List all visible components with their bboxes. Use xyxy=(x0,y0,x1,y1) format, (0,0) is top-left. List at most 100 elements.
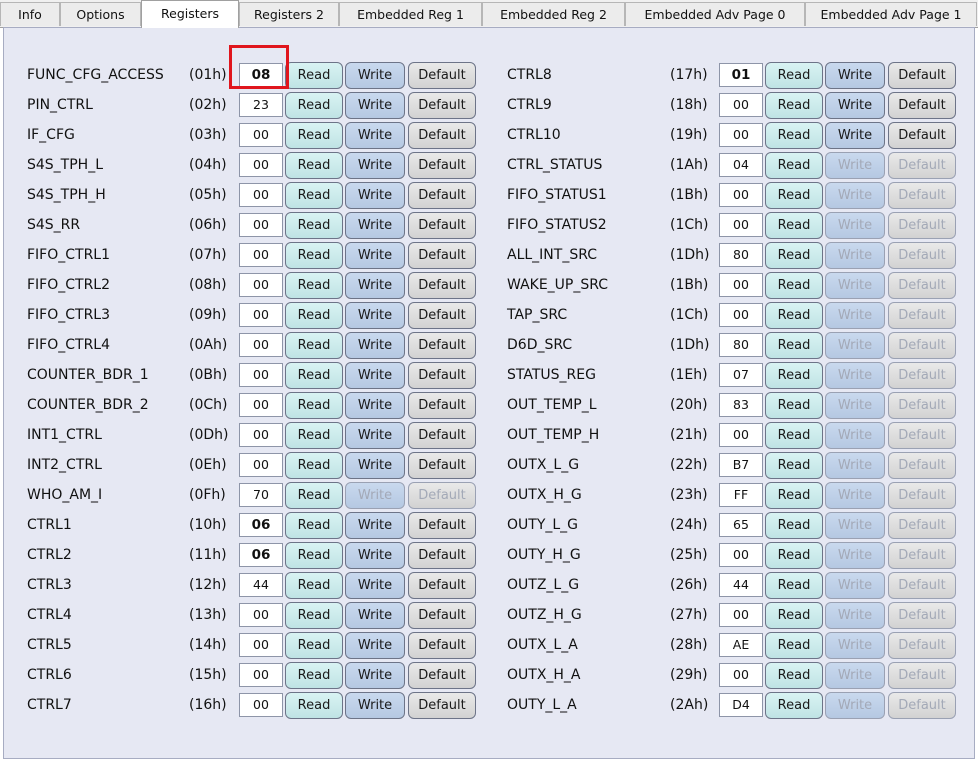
register-value-field[interactable]: 00 xyxy=(719,123,763,147)
register-name: OUTY_L_G xyxy=(507,517,579,533)
default-button: Default xyxy=(888,152,956,179)
register-value-field[interactable]: 00 xyxy=(719,303,763,327)
tab-registers[interactable]: Registers xyxy=(141,0,239,28)
write-button: Write xyxy=(825,242,885,269)
tab-embedded-reg-2[interactable]: Embedded Reg 2 xyxy=(482,2,625,26)
tab-info[interactable]: Info xyxy=(0,2,60,26)
default-button: Default xyxy=(888,212,956,239)
read-button[interactable]: Read xyxy=(765,362,823,389)
register-row: D6D_SRC (1Dh) 80 Read Write Default xyxy=(4,330,974,360)
register-name: TAP_SRC xyxy=(507,307,568,323)
register-value-field[interactable]: 00 xyxy=(719,543,763,567)
read-button[interactable]: Read xyxy=(765,422,823,449)
write-button: Write xyxy=(825,482,885,509)
register-name: CTRL10 xyxy=(507,127,561,143)
read-button[interactable]: Read xyxy=(765,242,823,269)
register-value-field[interactable]: FF xyxy=(719,483,763,507)
read-button[interactable]: Read xyxy=(765,602,823,629)
register-value-field[interactable]: 00 xyxy=(719,93,763,117)
register-row: CTRL10 (19h) 00 Read Write Default xyxy=(4,120,974,150)
read-button[interactable]: Read xyxy=(765,662,823,689)
register-name: FIFO_STATUS1 xyxy=(507,187,607,203)
register-address: (23h) xyxy=(670,487,708,503)
register-row: OUTY_H_G (25h) 00 Read Write Default xyxy=(4,540,974,570)
default-button[interactable]: Default xyxy=(888,122,956,149)
write-button: Write xyxy=(825,632,885,659)
register-value-field[interactable]: 00 xyxy=(719,603,763,627)
register-value-field[interactable]: 83 xyxy=(719,393,763,417)
tab-embedded-adv-page-1[interactable]: Embedded Adv Page 1 xyxy=(805,2,977,26)
register-address: (24h) xyxy=(670,517,708,533)
register-value-field[interactable]: 04 xyxy=(719,153,763,177)
default-button: Default xyxy=(888,362,956,389)
write-button: Write xyxy=(825,362,885,389)
read-button[interactable]: Read xyxy=(765,512,823,539)
register-name: OUT_TEMP_H xyxy=(507,427,600,443)
write-button: Write xyxy=(825,392,885,419)
register-value-field[interactable]: 01 xyxy=(719,63,763,87)
register-row: FIFO_STATUS1 (1Bh) 00 Read Write Default xyxy=(4,180,974,210)
register-value-field[interactable]: D4 xyxy=(719,693,763,717)
write-button: Write xyxy=(825,182,885,209)
register-name: CTRL9 xyxy=(507,97,552,113)
default-button[interactable]: Default xyxy=(888,62,956,89)
tab-embedded-reg-1[interactable]: Embedded Reg 1 xyxy=(339,2,482,26)
write-button[interactable]: Write xyxy=(825,62,885,89)
default-button: Default xyxy=(888,662,956,689)
register-address: (2Ah) xyxy=(670,697,709,713)
register-name: OUTY_L_A xyxy=(507,697,577,713)
read-button[interactable]: Read xyxy=(765,632,823,659)
write-button[interactable]: Write xyxy=(825,92,885,119)
read-button[interactable]: Read xyxy=(765,122,823,149)
register-address: (21h) xyxy=(670,427,708,443)
read-button[interactable]: Read xyxy=(765,392,823,419)
read-button[interactable]: Read xyxy=(765,452,823,479)
read-button[interactable]: Read xyxy=(765,482,823,509)
register-value-field[interactable]: 00 xyxy=(719,423,763,447)
read-button[interactable]: Read xyxy=(765,692,823,719)
register-address: (1Bh) xyxy=(670,277,709,293)
read-button[interactable]: Read xyxy=(765,92,823,119)
register-value-field[interactable]: 00 xyxy=(719,213,763,237)
write-button: Write xyxy=(825,692,885,719)
default-button[interactable]: Default xyxy=(888,92,956,119)
register-value-field[interactable]: 44 xyxy=(719,573,763,597)
register-value-field[interactable]: 00 xyxy=(719,183,763,207)
tab-registers-2[interactable]: Registers 2 xyxy=(239,2,339,26)
read-button[interactable]: Read xyxy=(765,302,823,329)
register-name: OUTX_H_A xyxy=(507,667,581,683)
tab-embedded-adv-page-0[interactable]: Embedded Adv Page 0 xyxy=(625,2,805,26)
register-address: (1Dh) xyxy=(670,337,710,353)
register-value-field[interactable]: 65 xyxy=(719,513,763,537)
register-value-field[interactable]: 80 xyxy=(719,333,763,357)
register-value-field[interactable]: 00 xyxy=(719,663,763,687)
read-button[interactable]: Read xyxy=(765,572,823,599)
register-row: OUT_TEMP_H (21h) 00 Read Write Default xyxy=(4,420,974,450)
register-row: CTRL_STATUS (1Ah) 04 Read Write Default xyxy=(4,150,974,180)
default-button: Default xyxy=(888,602,956,629)
default-button: Default xyxy=(888,482,956,509)
read-button[interactable]: Read xyxy=(765,542,823,569)
tab-options[interactable]: Options xyxy=(60,2,141,26)
register-value-field[interactable]: 80 xyxy=(719,243,763,267)
write-button: Write xyxy=(825,422,885,449)
write-button: Write xyxy=(825,272,885,299)
register-row: OUTX_L_A (28h) AE Read Write Default xyxy=(4,630,974,660)
write-button[interactable]: Write xyxy=(825,122,885,149)
register-name: OUT_TEMP_L xyxy=(507,397,597,413)
read-button[interactable]: Read xyxy=(765,182,823,209)
register-row: STATUS_REG (1Eh) 07 Read Write Default xyxy=(4,360,974,390)
read-button[interactable]: Read xyxy=(765,212,823,239)
register-address: (1Ch) xyxy=(670,307,709,323)
read-button[interactable]: Read xyxy=(765,62,823,89)
register-value-field[interactable]: 00 xyxy=(719,273,763,297)
register-name: OUTY_H_G xyxy=(507,547,581,563)
register-name: WAKE_UP_SRC xyxy=(507,277,609,293)
read-button[interactable]: Read xyxy=(765,332,823,359)
register-value-field[interactable]: B7 xyxy=(719,453,763,477)
register-name: OUTZ_H_G xyxy=(507,607,582,623)
register-value-field[interactable]: AE xyxy=(719,633,763,657)
read-button[interactable]: Read xyxy=(765,272,823,299)
read-button[interactable]: Read xyxy=(765,152,823,179)
register-value-field[interactable]: 07 xyxy=(719,363,763,387)
